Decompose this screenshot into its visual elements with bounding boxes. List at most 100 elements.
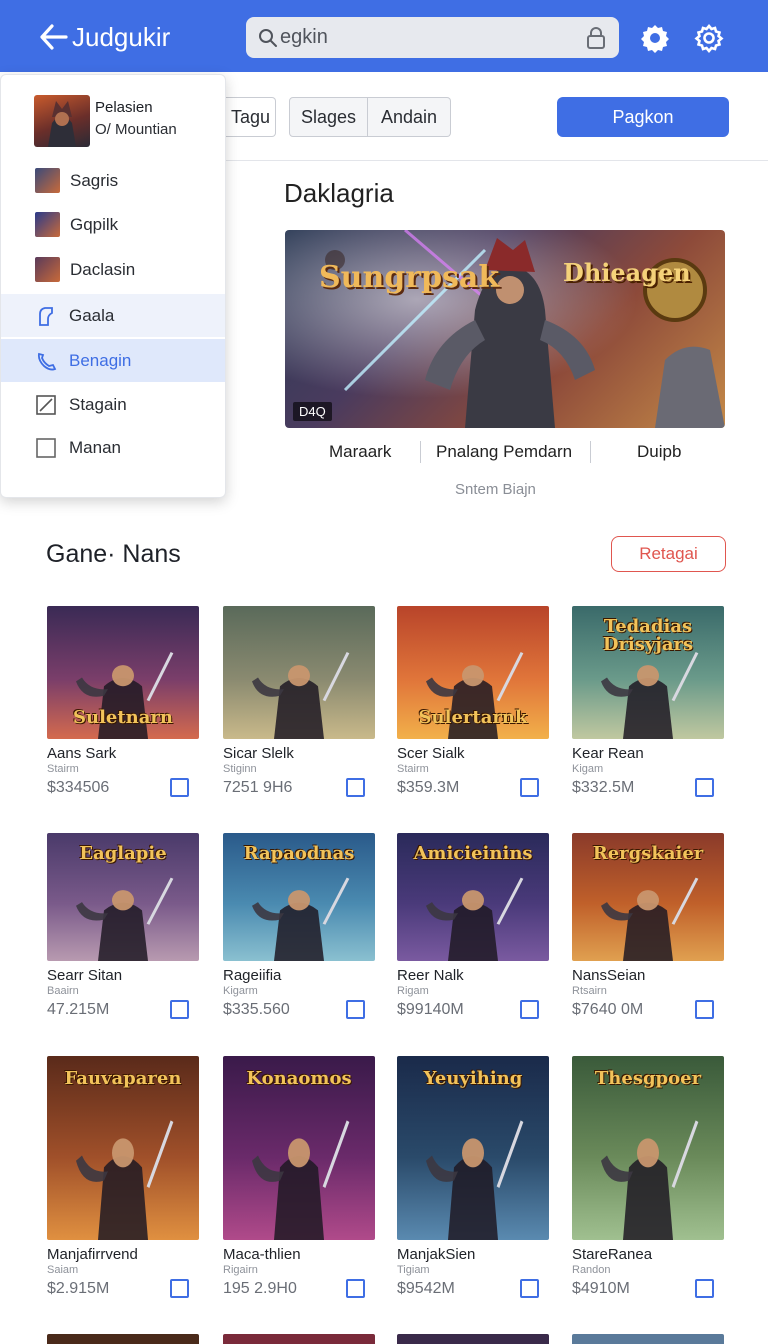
game-card[interactable]: Thesgpoer StareRanea Randon $4910M — [572, 1056, 724, 1298]
back-button[interactable] — [38, 20, 68, 54]
game-art-title: Rergskaier — [592, 843, 704, 864]
dropdown-item-stagain[interactable]: Stagain — [1, 383, 225, 426]
select-checkbox[interactable] — [170, 1000, 189, 1019]
dropdown-item-benagin[interactable]: Benagin — [1, 339, 225, 382]
filter-tabs-group: Slages Andain — [289, 97, 451, 137]
meta-separator — [420, 441, 421, 463]
game-card[interactable]: Sulertarnk Scer Sialk Stairm $359.3M — [397, 606, 549, 797]
item-thumbnail — [35, 212, 60, 237]
game-character-art — [76, 877, 174, 961]
game-name: StareRanea — [572, 1246, 653, 1263]
dropdown-item-label: Sagris — [70, 170, 119, 190]
select-checkbox[interactable] — [695, 1000, 714, 1019]
search-input[interactable]: egkin — [246, 17, 619, 58]
select-checkbox[interactable] — [346, 1000, 365, 1019]
game-thumbnail[interactable] — [223, 606, 375, 739]
game-price: $2.915M — [47, 1279, 110, 1297]
game-card[interactable]: Konaomos Maca-thlien Rigairn 195 2.9H0 — [223, 1056, 375, 1298]
hero-title-left: Sungrpsak — [319, 260, 500, 295]
game-name: Scer Sialk — [397, 745, 465, 762]
game-card-partial[interactable] — [572, 1334, 724, 1344]
game-card[interactable]: Tedadias Drisyjars Kear Rean Kigam $332.5M — [572, 606, 724, 797]
dropdown-item-sagris[interactable]: Sagris — [1, 159, 225, 202]
meta-separator — [590, 441, 591, 463]
checkbox-empty-icon — [36, 437, 56, 458]
game-thumbnail[interactable]: Eaglapie — [47, 833, 199, 961]
game-price: 7251 9H6 — [223, 778, 293, 796]
game-thumbnail[interactable]: Konaomos — [223, 1056, 375, 1240]
game-card-partial[interactable] — [47, 1334, 199, 1344]
featured-banner[interactable]: Sungrpsak Dhieagen D4Q — [285, 230, 725, 428]
select-checkbox[interactable] — [695, 778, 714, 797]
select-checkbox[interactable] — [346, 778, 365, 797]
dropdown-item-manan[interactable]: Manan — [1, 426, 225, 469]
game-price: $332.5M — [572, 778, 635, 796]
game-card[interactable]: Yeuyihing ManjakSien Tigiam $9542M — [397, 1056, 549, 1298]
tab-tagu[interactable]: Tagu — [226, 97, 276, 137]
dropdown-item-label: Manan — [69, 437, 121, 457]
game-name: ManjakSien — [397, 1246, 476, 1263]
dropdown-item-daclasin[interactable]: Daclasin — [1, 248, 225, 291]
dropdown-item-label: Gaala — [69, 305, 115, 325]
game-card[interactable]: Suletnarn Aans Sark Stairm $334506 — [47, 606, 199, 797]
game-price: 47.215M — [47, 1000, 110, 1018]
dropdown-item-gaala[interactable]: Gaala — [1, 294, 225, 337]
game-thumbnail[interactable]: Sulertarnk — [397, 606, 549, 739]
tab-slages[interactable]: Slages — [289, 97, 368, 137]
search-icon — [259, 28, 277, 47]
select-checkbox[interactable] — [170, 778, 189, 797]
game-name: Maca-thlien — [223, 1246, 301, 1263]
game-art-title: Yeuyihing — [423, 1068, 523, 1089]
game-thumbnail[interactable]: Suletnarn — [47, 606, 199, 739]
game-card[interactable]: Eaglapie Searr Sitan Baairn 47.215M — [47, 833, 199, 1019]
game-card[interactable]: Rapaodnas Rageiifia Kigarm $335.560 — [223, 833, 375, 1019]
profile-header[interactable]: Pelasien O/ Mountian — [34, 95, 177, 147]
game-card[interactable]: Sicar Slelk Stiginn 7251 9H6 — [223, 606, 375, 797]
game-art-title: Amicieinins — [413, 843, 533, 864]
select-checkbox[interactable] — [520, 1000, 539, 1019]
game-thumbnail[interactable]: Yeuyihing — [397, 1056, 549, 1240]
lock-icon[interactable] — [585, 26, 607, 50]
select-checkbox[interactable] — [520, 1279, 539, 1298]
game-thumbnail[interactable]: Thesgpoer — [572, 1056, 724, 1240]
gear-icon[interactable] — [693, 22, 725, 54]
settings-icon[interactable] — [639, 22, 671, 54]
game-thumbnail[interactable]: Fauvaparen — [47, 1056, 199, 1240]
game-name: Searr Sitan — [47, 967, 123, 984]
game-price: $335.560 — [223, 1000, 290, 1018]
dropdown-item-gqpilk[interactable]: Gqpilk — [1, 203, 225, 246]
primary-action-button[interactable]: Pagkon — [557, 97, 729, 137]
game-price: $9542M — [397, 1279, 455, 1297]
select-checkbox[interactable] — [170, 1279, 189, 1298]
app-title: Judgukir — [72, 22, 171, 52]
select-checkbox[interactable] — [695, 1279, 714, 1298]
game-character-art — [252, 1120, 350, 1240]
game-thumbnail[interactable]: Rapaodnas — [223, 833, 375, 961]
game-thumbnail[interactable]: Amicieinins — [397, 833, 549, 961]
game-card[interactable]: Rergskaier NansSeian Rtsairn $7640 0M — [572, 833, 724, 1019]
game-subtitle: Rtsairn — [572, 985, 607, 997]
game-character-art — [76, 1120, 174, 1240]
game-price: $334506 — [47, 778, 110, 796]
game-name: Aans Sark — [47, 745, 117, 762]
game-card[interactable]: Amicieinins Reer Nalk Rigam $99140M — [397, 833, 549, 1019]
game-art-title: Fauvaparen — [64, 1068, 182, 1089]
game-thumbnail[interactable]: Rergskaier — [572, 833, 724, 961]
game-card[interactable]: Fauvaparen Manjafirrvend Saiam $2.915M — [47, 1056, 199, 1298]
game-thumbnail[interactable]: Tedadias Drisyjars — [572, 606, 724, 739]
featured-title: Daklagria — [284, 178, 394, 208]
game-card-partial[interactable] — [223, 1334, 375, 1344]
dropdown-item-label: Stagain — [69, 394, 127, 414]
game-card-partial[interactable] — [397, 1334, 549, 1344]
phone-icon — [37, 352, 57, 370]
select-checkbox[interactable] — [520, 778, 539, 797]
hero-badge: D4Q — [293, 402, 332, 421]
tab-andain[interactable]: Andain — [368, 97, 451, 137]
game-name: NansSeian — [572, 967, 646, 984]
select-checkbox[interactable] — [346, 1279, 365, 1298]
game-name: Reer Nalk — [397, 967, 464, 984]
game-subtitle: Stairm — [47, 763, 79, 775]
game-price: $4910M — [572, 1279, 630, 1297]
featured-note: Sntem Biajn — [455, 481, 536, 498]
section-action-button[interactable]: Retagai — [611, 536, 726, 572]
